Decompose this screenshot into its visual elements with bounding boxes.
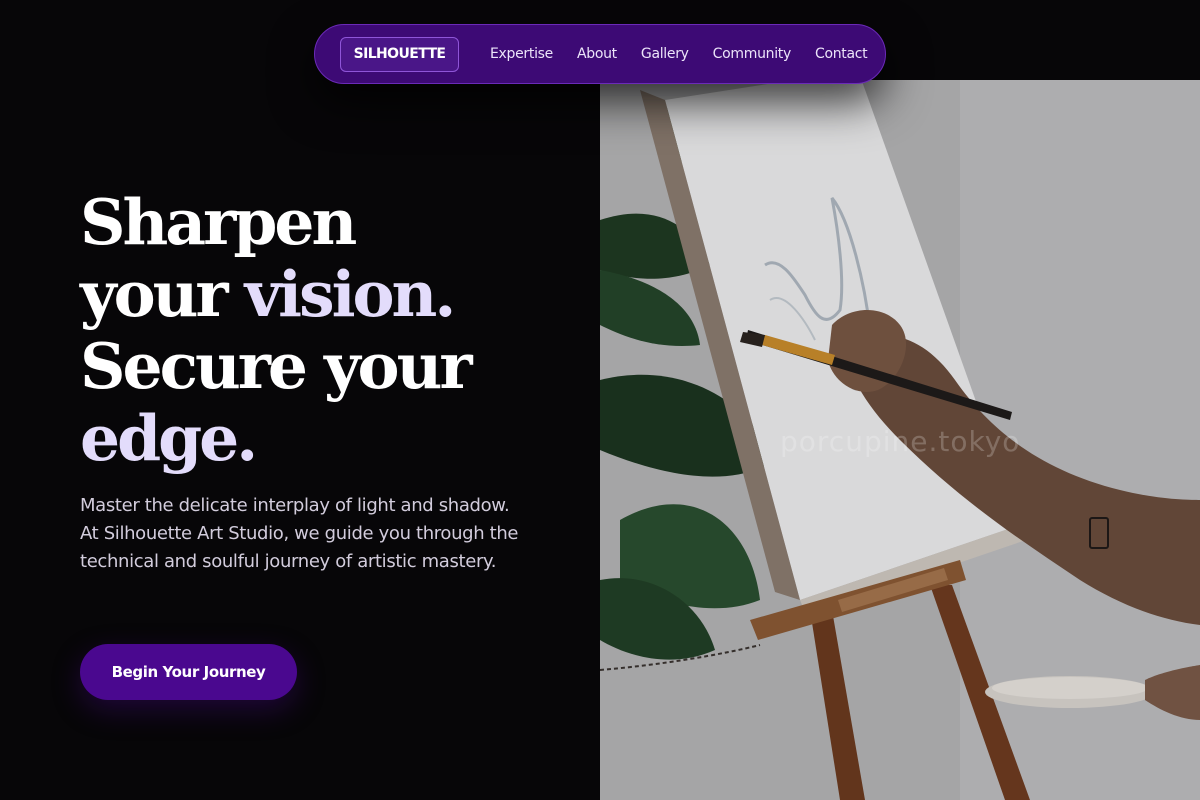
image-watermark: porcupine.tokyo: [780, 425, 1021, 458]
nav-link-gallery[interactable]: Gallery: [641, 46, 689, 62]
top-nav: SILHOUETTE Expertise About Gallery Commu…: [314, 24, 886, 84]
brand-logo[interactable]: SILHOUETTE: [340, 37, 459, 72]
hero-image: porcupine.tokyo: [600, 80, 1200, 800]
headline-line-2a: your: [80, 257, 245, 331]
nav-link-about[interactable]: About: [577, 46, 617, 62]
hero-headline: Sharpen your vision. Secure your edge.: [80, 186, 560, 474]
hero-description: Master the delicate interplay of light a…: [80, 495, 519, 572]
headline-line-2b: vision.: [244, 257, 457, 331]
nav-link-community[interactable]: Community: [713, 46, 792, 62]
begin-journey-button[interactable]: Begin Your Journey: [80, 644, 297, 700]
page: SILHOUETTE Expertise About Gallery Commu…: [0, 0, 1200, 800]
nav-links: Expertise About Gallery Community Contac…: [490, 25, 868, 83]
nav-link-contact[interactable]: Contact: [815, 46, 868, 62]
headline-line-3: Secure your: [80, 329, 473, 403]
headline-line-1: Sharpen: [80, 185, 357, 259]
headline-line-4: edge.: [80, 401, 258, 475]
nav-link-expertise[interactable]: Expertise: [490, 46, 553, 62]
